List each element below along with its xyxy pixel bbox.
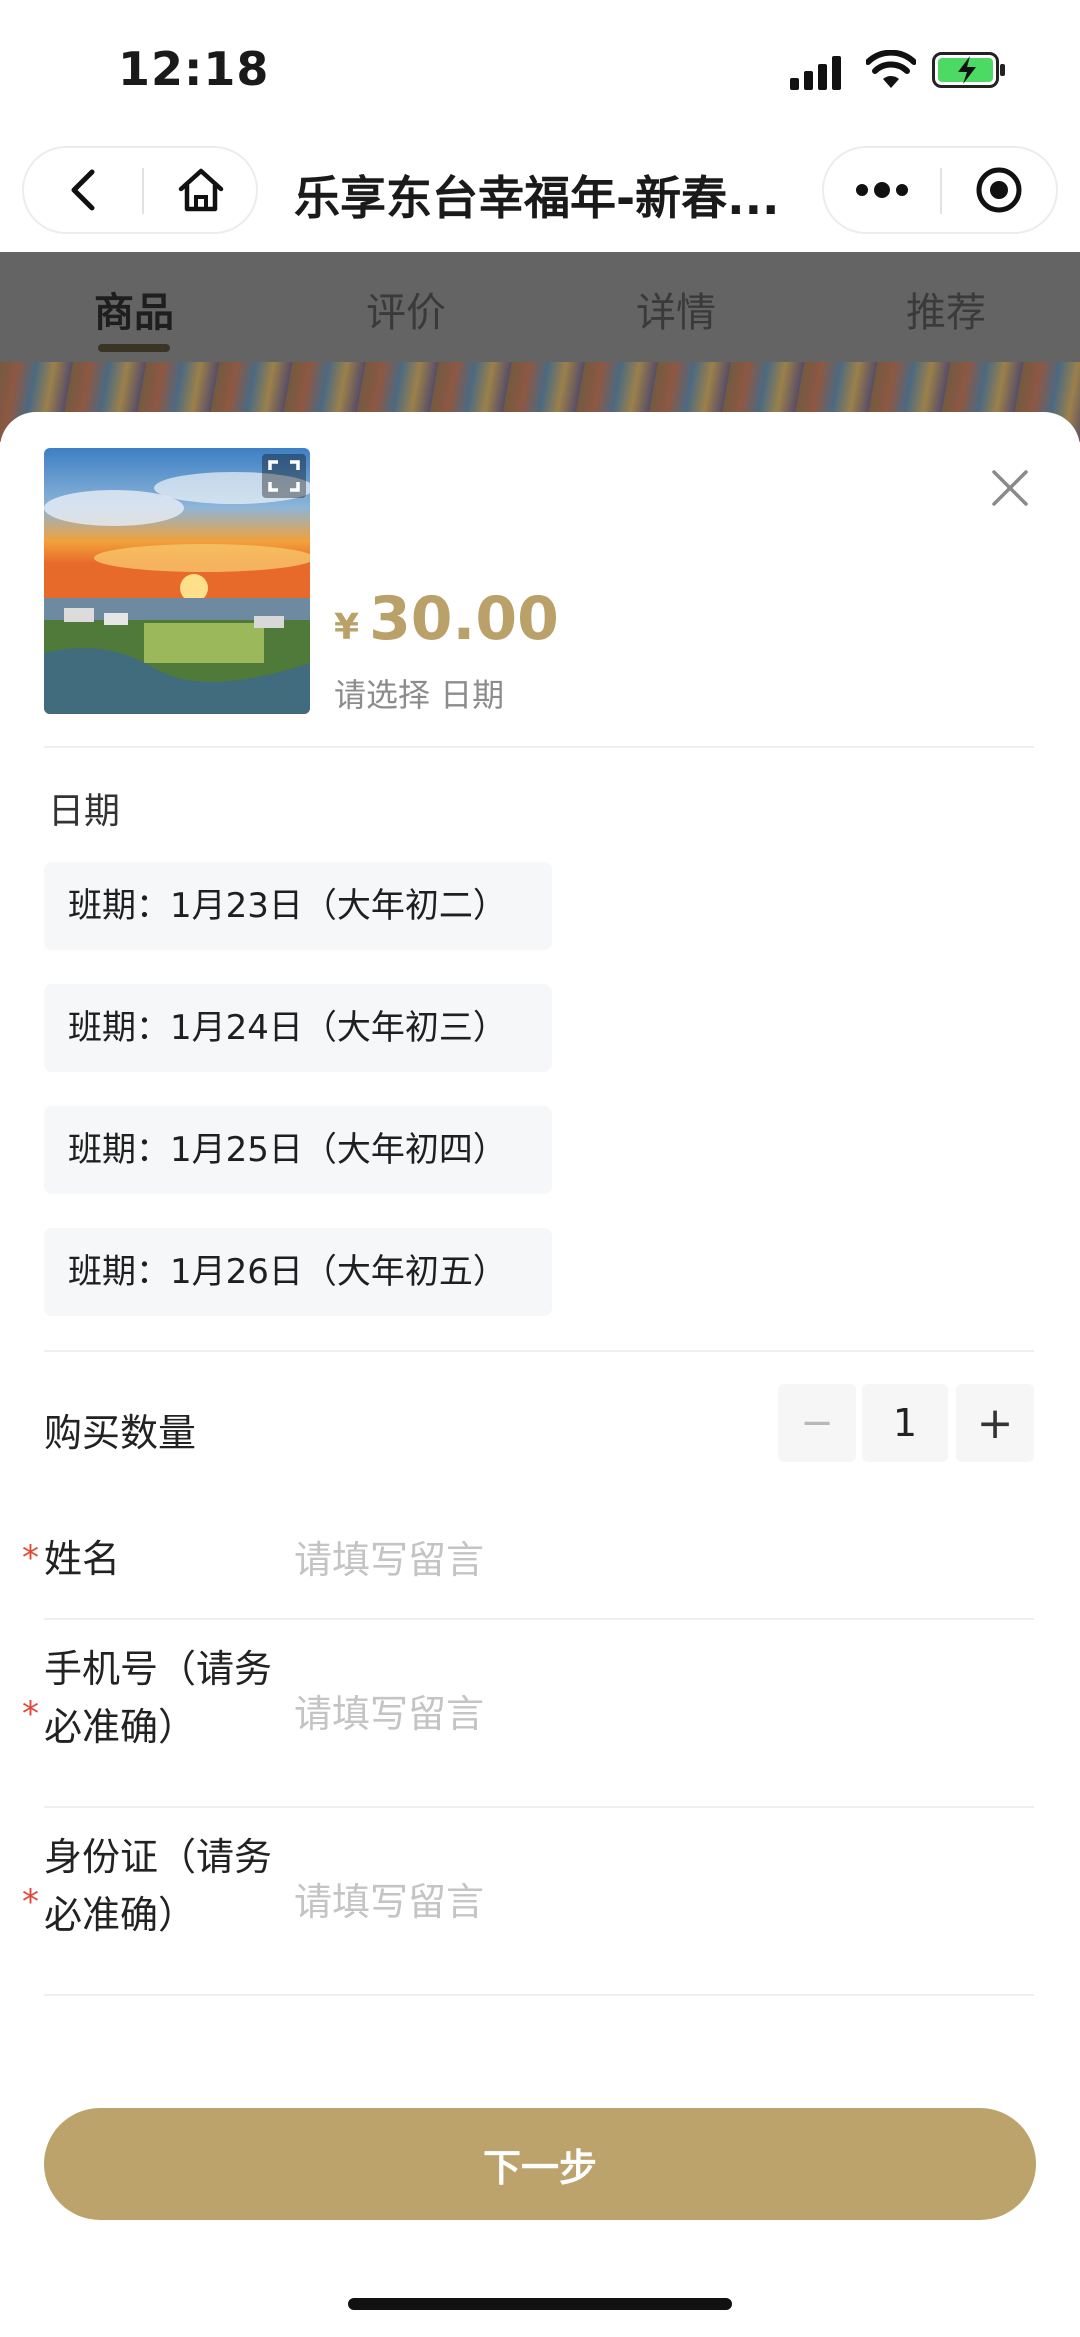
currency-symbol: ¥ <box>334 607 360 648</box>
tab-active-indicator <box>98 344 170 352</box>
date-option[interactable]: 班期：1月24日（大年初三） <box>44 984 552 1072</box>
product-thumbnail[interactable] <box>44 448 310 714</box>
home-icon <box>178 168 224 212</box>
product-tabs: 商品 评价 详情 推荐 <box>0 252 1080 362</box>
chevron-left-icon <box>71 169 95 211</box>
phone-field-label: 手机号（请务必准确） <box>44 1647 273 1749</box>
id-card-input[interactable] <box>294 1872 1034 1932</box>
required-marker: * <box>22 1538 39 1578</box>
more-menu-button[interactable] <box>824 148 940 232</box>
divider <box>44 1994 1034 1996</box>
selection-hint: 请选择 日期 <box>334 676 505 714</box>
fullscreen-icon[interactable] <box>262 454 306 498</box>
status-time: 12:18 <box>118 42 270 96</box>
date-option[interactable]: 班期：1月25日（大年初四） <box>44 1106 552 1194</box>
tab-details[interactable]: 详情 <box>636 280 716 338</box>
quantity-decrement-button[interactable]: − <box>778 1384 856 1462</box>
date-option[interactable]: 班期：1月23日（大年初二） <box>44 862 552 950</box>
home-button[interactable] <box>144 148 258 232</box>
tab-recommend[interactable]: 推荐 <box>906 280 986 338</box>
home-indicator <box>348 2298 732 2310</box>
divider <box>44 1618 1034 1620</box>
date-section-label: 日期 <box>48 791 121 832</box>
close-icon[interactable] <box>986 464 1034 512</box>
nav-capsule-right <box>822 146 1058 234</box>
status-bar: 12:18 <box>0 0 1080 140</box>
price-amount: 30.00 <box>369 584 559 654</box>
divider <box>44 1806 1034 1808</box>
quantity-label: 购买数量 <box>44 1411 197 1455</box>
required-marker: * <box>22 1882 39 1922</box>
next-step-button[interactable]: 下一步 <box>44 2108 1036 2220</box>
wifi-icon <box>866 50 916 88</box>
cellular-signal-icon <box>790 56 841 90</box>
divider <box>44 1350 1034 1352</box>
quantity-increment-button[interactable]: + <box>956 1384 1034 1462</box>
more-dots-icon <box>856 182 908 198</box>
back-button[interactable] <box>24 148 142 232</box>
sku-selector-sheet: ¥30.00 请选择 日期 日期 班期：1月23日（大年初二） 班期：1月24日… <box>0 412 1080 2337</box>
tab-reviews[interactable]: 评价 <box>366 280 446 338</box>
product-price: ¥30.00 <box>334 584 559 654</box>
page-title: 乐享东台幸福年-新春... <box>294 171 780 225</box>
name-input[interactable] <box>294 1530 1034 1590</box>
name-field-label: 姓名 <box>44 1537 121 1581</box>
navigation-bar: 乐享东台幸福年-新春... <box>0 140 1080 252</box>
phone-input[interactable] <box>294 1684 1034 1744</box>
divider <box>44 746 1034 748</box>
nav-capsule-left <box>22 146 258 234</box>
date-option[interactable]: 班期：1月26日（大年初五） <box>44 1228 552 1316</box>
required-marker: * <box>22 1694 39 1734</box>
quantity-value[interactable]: 1 <box>862 1384 948 1462</box>
tab-goods[interactable]: 商品 <box>94 280 174 338</box>
battery-charging-icon <box>932 52 1005 88</box>
close-miniprogram-button[interactable] <box>942 148 1056 232</box>
id-card-field-label: 身份证（请务必准确） <box>44 1835 273 1937</box>
target-circle-icon <box>976 167 1022 213</box>
